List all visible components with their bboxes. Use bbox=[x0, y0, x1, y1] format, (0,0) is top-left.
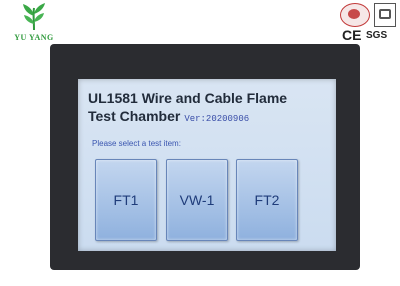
title-line-2: Test Chamber bbox=[88, 108, 181, 124]
ft2-test-button[interactable]: FT2 bbox=[236, 159, 298, 241]
ce-mark: CE bbox=[342, 27, 362, 43]
vw1-test-label: VW-1 bbox=[179, 192, 215, 208]
ft1-test-label: FT1 bbox=[113, 192, 139, 208]
ft2-test-label: FT2 bbox=[254, 192, 280, 208]
ft1-test-button[interactable]: FT1 bbox=[95, 159, 157, 241]
vw1-test-button[interactable]: VW-1 bbox=[166, 159, 228, 241]
touch-screen: UL1581 Wire and Cable Flame Test Chamber… bbox=[78, 79, 336, 251]
version-label: Ver:20200906 bbox=[184, 114, 250, 124]
page-title: UL1581 Wire and Cable Flame Test Chamber… bbox=[88, 89, 328, 128]
select-prompt: Please select a test item: bbox=[92, 139, 181, 148]
sgs-mark: SGS bbox=[366, 30, 388, 41]
leaf-logo-icon bbox=[23, 3, 45, 31]
certification-marks: CE SGS bbox=[340, 3, 396, 43]
title-line-1: UL1581 Wire and Cable Flame bbox=[88, 90, 288, 106]
brand-name: YU YANG bbox=[14, 33, 54, 42]
sgs-seal-icon bbox=[340, 3, 370, 27]
brand-logo: YU YANG bbox=[4, 2, 64, 46]
certificate-icon bbox=[374, 3, 396, 27]
